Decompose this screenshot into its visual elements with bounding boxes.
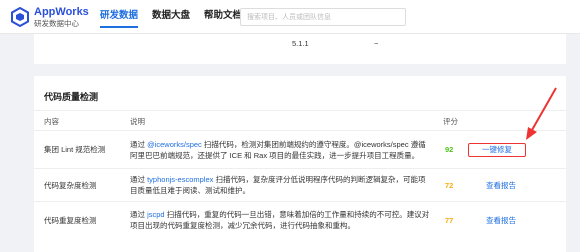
- red-arrow-annotation: [526, 87, 557, 140]
